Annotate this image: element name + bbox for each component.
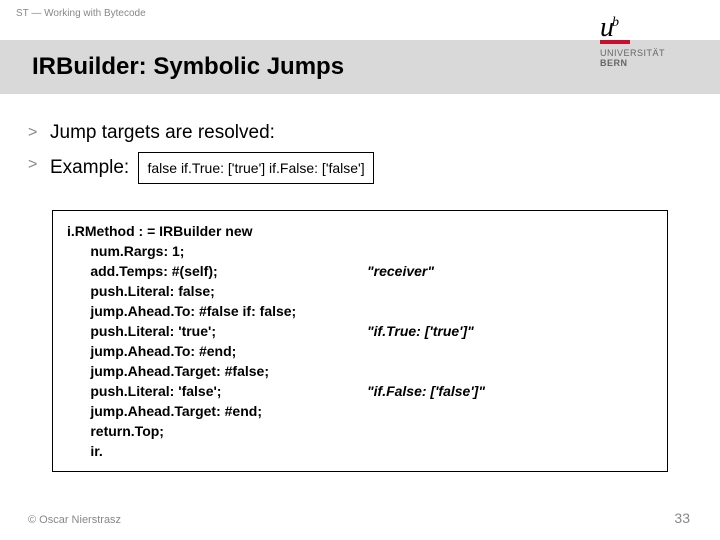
slide-content: > Jump targets are resolved: > Example: …: [28, 120, 692, 472]
code-line: push.Literal: 'true';: [67, 321, 367, 341]
code-line: num.Rargs: 1;: [67, 241, 367, 261]
bullet-mark: >: [28, 120, 50, 146]
code-line: i.RMethod : = IRBuilder new: [67, 221, 367, 241]
bullet-1: > Jump targets are resolved:: [28, 120, 692, 146]
university-logo: ub UNIVERSITÄT BERN: [600, 12, 680, 68]
inline-code-box: false if.True: ['true'] if.False: ['fals…: [138, 152, 373, 184]
logo-b-glyph: b: [612, 15, 619, 30]
bullet-2-text: Example: false if.True: ['true'] if.Fals…: [50, 152, 374, 184]
bullet-2-label: Example:: [50, 157, 129, 178]
code-line: add.Temps: #(self);: [67, 261, 367, 281]
code-line: push.Literal: 'false';: [67, 381, 367, 401]
code-line: return.Top;: [67, 421, 367, 441]
page-number: 33: [674, 510, 690, 526]
code-comment: "if.True: ['true']": [367, 321, 653, 341]
code-line: jump.Ahead.Target: #end;: [67, 401, 367, 421]
code-line: push.Literal: false;: [67, 281, 367, 301]
code-box: i.RMethod : = IRBuilder new num.Rargs: 1…: [52, 210, 668, 472]
bullet-mark: >: [28, 152, 50, 178]
code-line: ir.: [67, 441, 367, 461]
logo-text: UNIVERSITÄT BERN: [600, 48, 680, 68]
bullet-2: > Example: false if.True: ['true'] if.Fa…: [28, 152, 692, 184]
code-line: jump.Ahead.Target: #false;: [67, 361, 367, 381]
logo-city-label: BERN: [600, 58, 680, 68]
code-line: jump.Ahead.To: #false if: false;: [67, 301, 367, 321]
slide-prefix: ST — Working with Bytecode: [16, 8, 146, 19]
logo-university-label: UNIVERSITÄT: [600, 48, 680, 58]
code-line: jump.Ahead.To: #end;: [67, 341, 367, 361]
footer-copyright: © Oscar Nierstrasz: [28, 514, 121, 526]
bullet-1-text: Jump targets are resolved:: [50, 120, 275, 146]
code-comment: "if.False: ['false']": [367, 381, 653, 401]
slide-title: IRBuilder: Symbolic Jumps: [32, 53, 344, 81]
code-comment: "receiver": [367, 261, 653, 281]
